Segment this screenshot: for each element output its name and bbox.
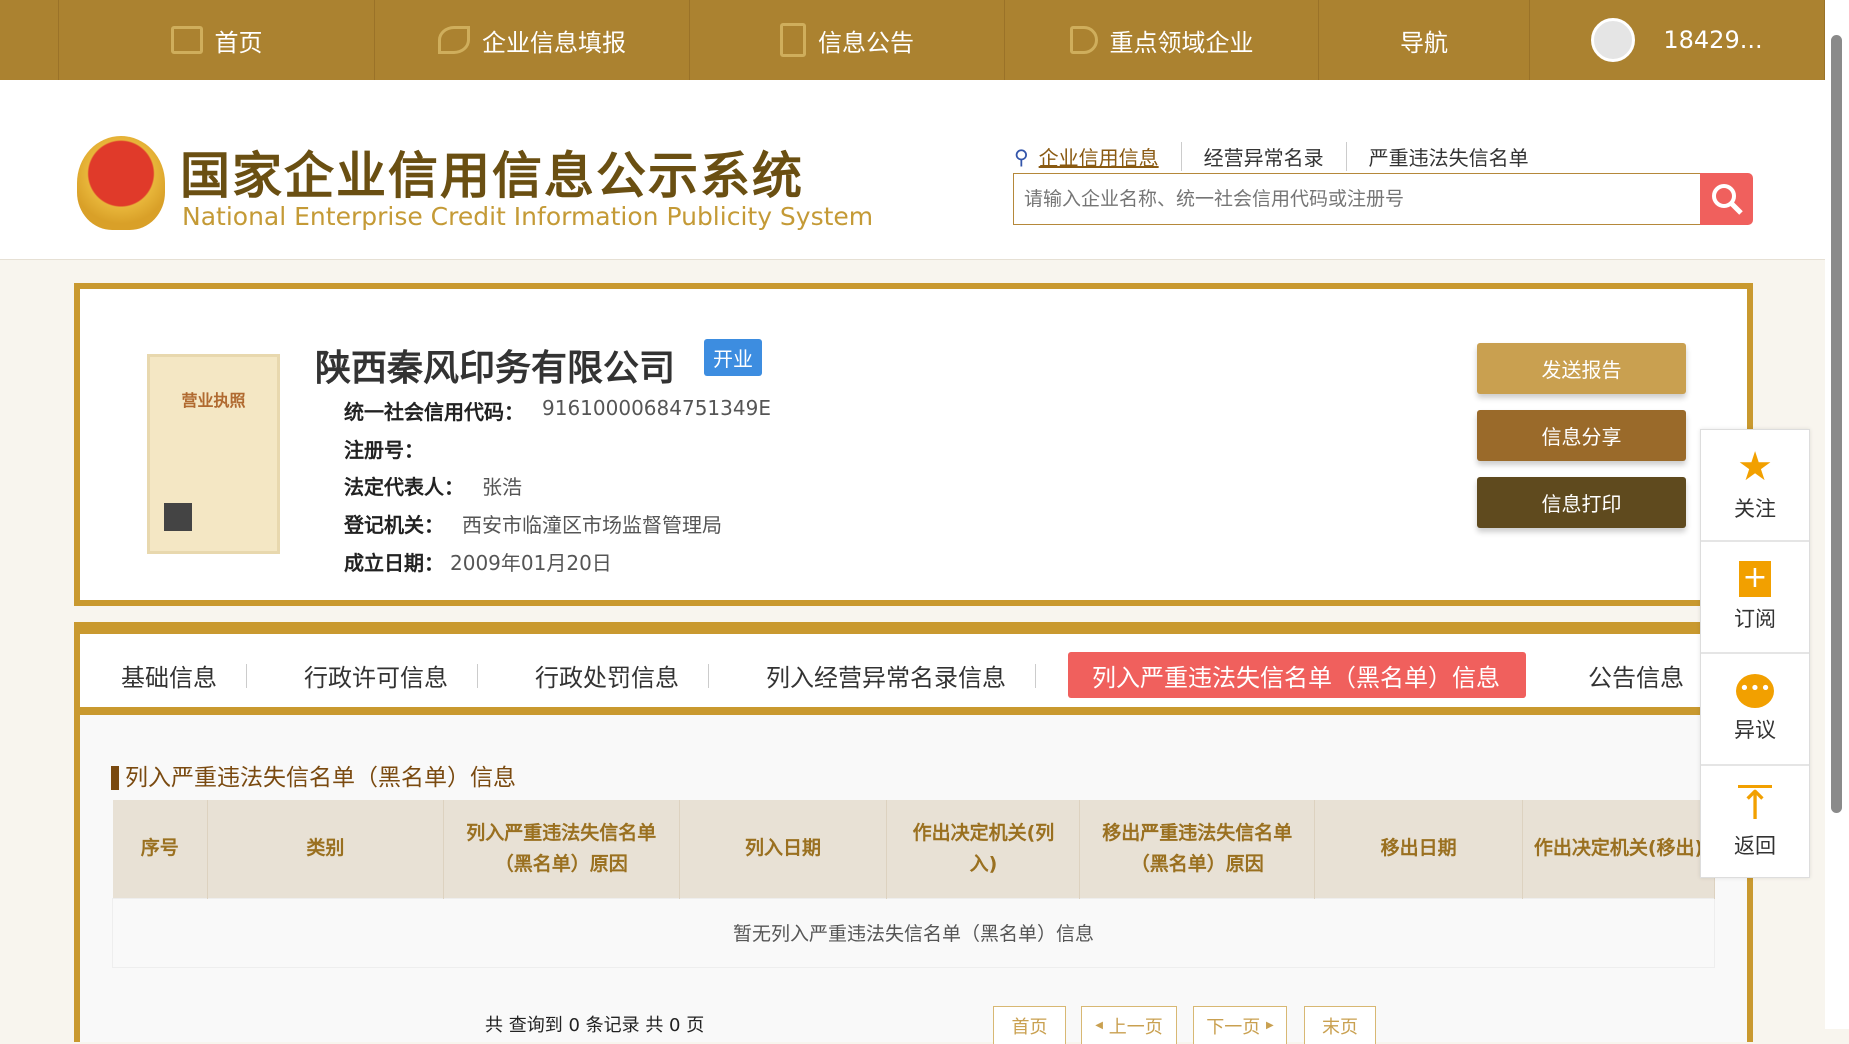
- table-row: 暂无列入严重违法失信名单（黑名单）信息: [112, 897, 1715, 968]
- side-label: 返回: [1734, 833, 1776, 858]
- page-next-label: 下一页: [1206, 1016, 1261, 1038]
- nav-label: 首页: [214, 28, 263, 57]
- col-header: 类别: [207, 800, 444, 898]
- page-last-button[interactable]: 末页: [1304, 1006, 1376, 1044]
- page-first-button[interactable]: 首页: [993, 1006, 1066, 1044]
- search-tab-credit[interactable]: 企业信用信息: [1029, 142, 1181, 171]
- col-header: 作出决定机关(列入): [886, 800, 1081, 898]
- tab-penalty[interactable]: 行政处罚信息: [535, 652, 709, 698]
- site-header: 国家企业信用信息公示系统 National Enterprise Credit …: [0, 80, 1825, 260]
- nav-label: 信息公告: [818, 28, 914, 57]
- send-report-button[interactable]: 发送报告: [1477, 343, 1686, 394]
- field-established: 成立日期： 2009年01月20日: [344, 547, 612, 576]
- document-icon: [780, 23, 806, 57]
- subscribe-button[interactable]: + 订阅: [1701, 542, 1809, 654]
- nav-label: 企业信息填报: [482, 28, 626, 57]
- field-label: 法定代表人：: [344, 475, 464, 499]
- empty-message: 暂无列入严重违法失信名单（黑名单）信息: [112, 897, 1715, 968]
- print-button[interactable]: 信息打印: [1477, 477, 1686, 528]
- search-tab-blacklist[interactable]: 严重违法失信名单: [1345, 142, 1551, 171]
- detail-card: 基础信息 行政许可信息 行政处罚信息 列入经营异常名录信息 列入严重违法失信名单…: [74, 622, 1753, 1044]
- field-legal-rep: 法定代表人： 张浩: [344, 471, 522, 500]
- nav-home[interactable]: 首页: [59, 0, 375, 80]
- qr-code: [164, 503, 192, 531]
- chevron-left-icon: ◀: [1095, 1020, 1103, 1031]
- tab-license[interactable]: 行政许可信息: [304, 652, 478, 698]
- objection-button[interactable]: ••• 异议: [1701, 654, 1809, 766]
- status-badge: 开业: [704, 339, 762, 376]
- search-tabs: ⚲ 企业信用信息 经营异常名录 严重违法失信名单: [1014, 142, 1551, 171]
- tab-abnormal[interactable]: 列入经营异常名录信息: [766, 652, 1036, 698]
- field-value: 西安市临潼区市场监督管理局: [462, 513, 722, 537]
- follow-button[interactable]: ★ 关注: [1701, 430, 1809, 542]
- monitor-icon: [170, 26, 203, 54]
- blacklist-table: 序号 类别 列入严重违法失信名单（黑名单）原因 列入日期 作出决定机关(列入) …: [112, 800, 1715, 968]
- field-reg-no: 注册号：: [344, 434, 442, 463]
- search-icon: ⚲: [1014, 144, 1029, 169]
- search-button[interactable]: [1700, 173, 1753, 225]
- field-credit-code: 统一社会信用代码： 91610000684751349E: [344, 396, 771, 425]
- user-menu[interactable]: 18429...: [1530, 0, 1825, 80]
- side-label: 异议: [1734, 718, 1776, 742]
- page-prev-button[interactable]: ◀ 上一页: [1081, 1006, 1177, 1044]
- page-prev-label: 上一页: [1108, 1016, 1163, 1038]
- col-header: 列入日期: [679, 800, 888, 898]
- user-name: 18429...: [1663, 26, 1763, 54]
- chevron-right-icon: ▶: [1266, 1020, 1274, 1031]
- field-value: 91610000684751349E: [542, 396, 771, 420]
- site-subtitle: National Enterprise Credit Information P…: [182, 202, 874, 231]
- business-license-image: 营业执照: [147, 354, 280, 554]
- national-emblem-logo: [77, 136, 165, 230]
- field-label: 成立日期：: [344, 551, 444, 575]
- col-header: 列入严重违法失信名单（黑名单）原因: [443, 800, 680, 898]
- page-next-button[interactable]: 下一页 ▶: [1193, 1006, 1287, 1044]
- field-value: 2009年01月20日: [450, 551, 612, 575]
- company-name: 陕西秦风印务有限公司: [315, 348, 676, 389]
- field-label: 登记机关：: [344, 513, 444, 537]
- back-to-top-button[interactable]: ↑ 返回: [1701, 766, 1809, 878]
- top-nav: 首页 企业信息填报 信息公告 重点领域企业 导航 18429...: [0, 0, 1825, 80]
- floating-side-panel: ★ 关注 + 订阅 ••• 异议 ↑ 返回: [1700, 429, 1810, 878]
- field-label: 注册号：: [344, 438, 424, 462]
- field-value: 张浩: [482, 475, 522, 499]
- site-title: 国家企业信用信息公示系统: [180, 147, 804, 205]
- nav-label: 导航: [1400, 28, 1448, 57]
- nav-label: 重点领域企业: [1109, 28, 1254, 57]
- nav-report[interactable]: 企业信息填报: [375, 0, 690, 80]
- section-title: 列入严重违法失信名单（黑名单）信息: [111, 766, 516, 790]
- col-header: 序号: [112, 800, 208, 898]
- nav-announcement[interactable]: 信息公告: [690, 0, 1005, 80]
- nav-spacer: [0, 0, 59, 80]
- tab-blacklist[interactable]: 列入严重违法失信名单（黑名单）信息: [1068, 652, 1526, 698]
- search-input[interactable]: [1013, 173, 1700, 225]
- search-tab-abnormal[interactable]: 经营异常名录: [1180, 142, 1346, 171]
- nav-guide[interactable]: 导航: [1319, 0, 1530, 80]
- field-label: 统一社会信用代码：: [344, 400, 524, 424]
- pen-icon: [438, 26, 470, 54]
- subscribe-plus-icon: +: [1739, 561, 1771, 597]
- side-label: 关注: [1734, 497, 1776, 521]
- table-header: 序号 类别 列入严重违法失信名单（黑名单）原因 列入日期 作出决定机关(列入) …: [112, 800, 1715, 898]
- col-header: 移出日期: [1314, 800, 1524, 898]
- col-header: 移出严重违法失信名单（黑名单）原因: [1079, 800, 1316, 898]
- detail-tabs: 基础信息 行政许可信息 行政处罚信息 列入经营异常名录信息 列入严重违法失信名单…: [80, 634, 1747, 715]
- share-button[interactable]: 信息分享: [1477, 410, 1686, 461]
- speaker-icon: [1069, 26, 1098, 54]
- scrollbar-thumb[interactable]: [1831, 35, 1842, 813]
- side-label: 订阅: [1734, 607, 1776, 631]
- license-title: 营业执照: [181, 391, 246, 410]
- star-icon: ★: [1737, 444, 1773, 490]
- chat-bubble-icon: •••: [1736, 674, 1774, 708]
- nav-key-enterprises[interactable]: 重点领域企业: [1005, 0, 1319, 80]
- tab-announcement[interactable]: 公告信息: [1588, 652, 1684, 698]
- pagination-summary: 共 查询到 0 条记录 共 0 页: [485, 1015, 705, 1036]
- field-authority: 登记机关： 西安市临潼区市场监督管理局: [344, 509, 722, 538]
- col-header: 作出决定机关(移出): [1522, 800, 1715, 898]
- scrollbar[interactable]: [1825, 0, 1849, 1029]
- search-icon: [1711, 184, 1743, 215]
- company-card: 营业执照 陕西秦风印务有限公司 开业 统一社会信用代码： 916100006847…: [74, 283, 1753, 606]
- tab-basic[interactable]: 基础信息: [121, 652, 247, 698]
- back-to-top-icon: ↑: [1738, 782, 1772, 829]
- avatar: [1591, 18, 1636, 62]
